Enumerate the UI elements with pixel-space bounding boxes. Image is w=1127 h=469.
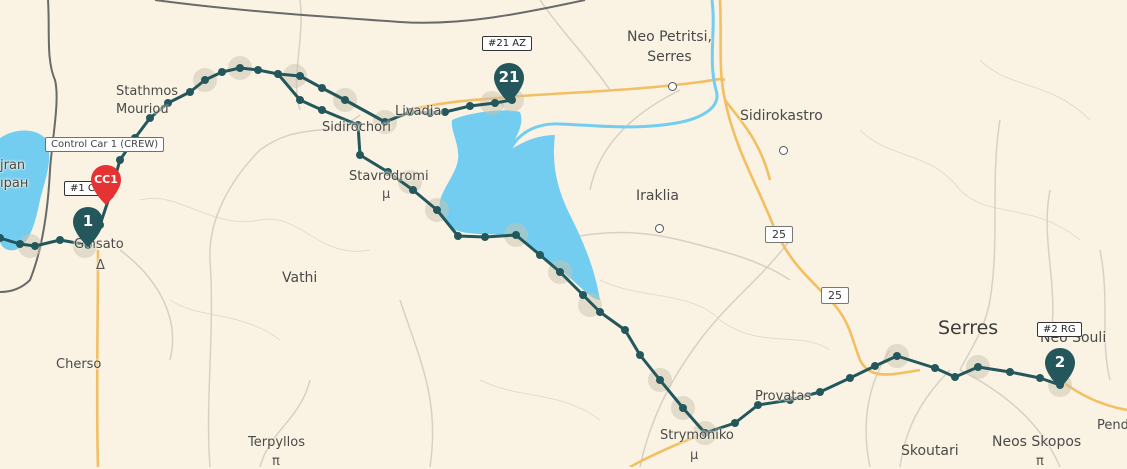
place-label-skoutari: Skoutari: [901, 443, 959, 459]
route-point[interactable]: [16, 240, 24, 248]
town-dot: [779, 146, 788, 155]
route-point[interactable]: [296, 72, 304, 80]
place-label-serres: Serres: [938, 317, 999, 339]
region-border: [154, 0, 586, 24]
route-point[interactable]: [454, 232, 462, 240]
route-point[interactable]: [951, 373, 959, 381]
route-point[interactable]: [356, 151, 364, 159]
route-point[interactable]: [466, 102, 474, 110]
road-shield: 25: [821, 287, 849, 304]
terrain-relief: [139, 59, 1091, 421]
place-label-terpyllos: Terpyllos: [248, 435, 305, 450]
route-point[interactable]: [816, 388, 824, 396]
vehicle-tag-car-2[interactable]: #2 RG: [1037, 322, 1082, 337]
town-dot: [668, 82, 677, 91]
place-label-vathi: Vathi: [282, 270, 318, 286]
route-point[interactable]: [893, 352, 901, 360]
route-point[interactable]: [56, 236, 64, 244]
route-point[interactable]: [871, 362, 879, 370]
place-label-pend: Pend: [1097, 418, 1127, 433]
route-point[interactable]: [931, 364, 939, 372]
route-point[interactable]: [679, 404, 687, 412]
route-point[interactable]: [296, 96, 304, 104]
place-label-cherso: Cherso: [56, 357, 102, 372]
route-point[interactable]: [274, 70, 282, 78]
route-point[interactable]: [512, 231, 520, 239]
map-pin-car-2[interactable]: 2: [1043, 346, 1077, 390]
route-point[interactable]: [441, 108, 449, 116]
route-point[interactable]: [236, 64, 244, 72]
vehicle-tag-control-car[interactable]: Control Car 1 (CREW): [45, 137, 165, 152]
place-label-livadia: Livadia: [395, 104, 442, 119]
place-label-stavrodromi: Stavrodromi: [349, 169, 429, 184]
lake-kerkini: [439, 110, 600, 300]
route-point[interactable]: [656, 376, 664, 384]
map-pin-car-1-label: 1: [82, 212, 94, 230]
place-label-stathmos-mouriou: Stathmos Mouriou: [116, 84, 179, 117]
place-label-neos-skopos: Neos Skopos: [992, 434, 1082, 450]
map-canvas[interactable]: [0, 0, 1127, 467]
place-symbol: μ: [382, 187, 391, 202]
route-point[interactable]: [596, 308, 604, 316]
place-label-provatas: Provatas: [755, 389, 812, 404]
route-point[interactable]: [201, 76, 209, 84]
place-label-sidirokastro: Sidirokastro: [740, 108, 823, 124]
route-point[interactable]: [1006, 368, 1014, 376]
map-pin-car-2-label: 2: [1054, 353, 1066, 371]
vehicle-tag-car-21[interactable]: #21 AZ: [482, 36, 532, 51]
road-shield: 25: [765, 226, 793, 243]
place-symbol: μ: [690, 448, 699, 463]
route-line-link: [344, 98, 386, 124]
place-symbol: Δ: [96, 258, 105, 273]
route-point[interactable]: [579, 291, 587, 299]
route-point[interactable]: [433, 206, 441, 214]
route-point[interactable]: [481, 233, 489, 241]
river-strymonas: [508, 0, 719, 151]
route-point[interactable]: [846, 374, 854, 382]
place-label-sidirochori: Sidirochori: [322, 120, 392, 135]
place-label-doiran-a: jran: [0, 158, 26, 173]
map-pin-car-1[interactable]: 1: [71, 205, 105, 249]
route-point[interactable]: [409, 186, 417, 194]
map-pin-red-label: CC1: [94, 173, 118, 186]
route-point[interactable]: [341, 96, 349, 104]
route-point[interactable]: [556, 268, 564, 276]
place-label-neo-petritsi: Neo Petritsi, Serres: [627, 29, 712, 65]
town-dot: [655, 224, 664, 233]
route-point[interactable]: [218, 68, 226, 76]
place-label-doiran-b: ıран: [0, 176, 29, 191]
minor-roads: [119, 0, 1111, 467]
route-point[interactable]: [254, 66, 262, 74]
route-point[interactable]: [186, 88, 194, 96]
route-point[interactable]: [621, 326, 629, 334]
place-label-strymoniko: Strymoniko: [660, 428, 734, 443]
route-point[interactable]: [636, 351, 644, 359]
route-point[interactable]: [536, 251, 544, 259]
route-point[interactable]: [974, 363, 982, 371]
map-pin-car-21[interactable]: 21: [492, 61, 526, 105]
route-point[interactable]: [318, 106, 326, 114]
route-point[interactable]: [31, 242, 39, 250]
route-point[interactable]: [318, 84, 326, 92]
map-pin-car-21-label: 21: [498, 68, 520, 86]
map-pin-red-control-car[interactable]: CC1: [89, 163, 123, 207]
route-point[interactable]: [731, 419, 739, 427]
place-label-iraklia: Iraklia: [636, 188, 679, 204]
